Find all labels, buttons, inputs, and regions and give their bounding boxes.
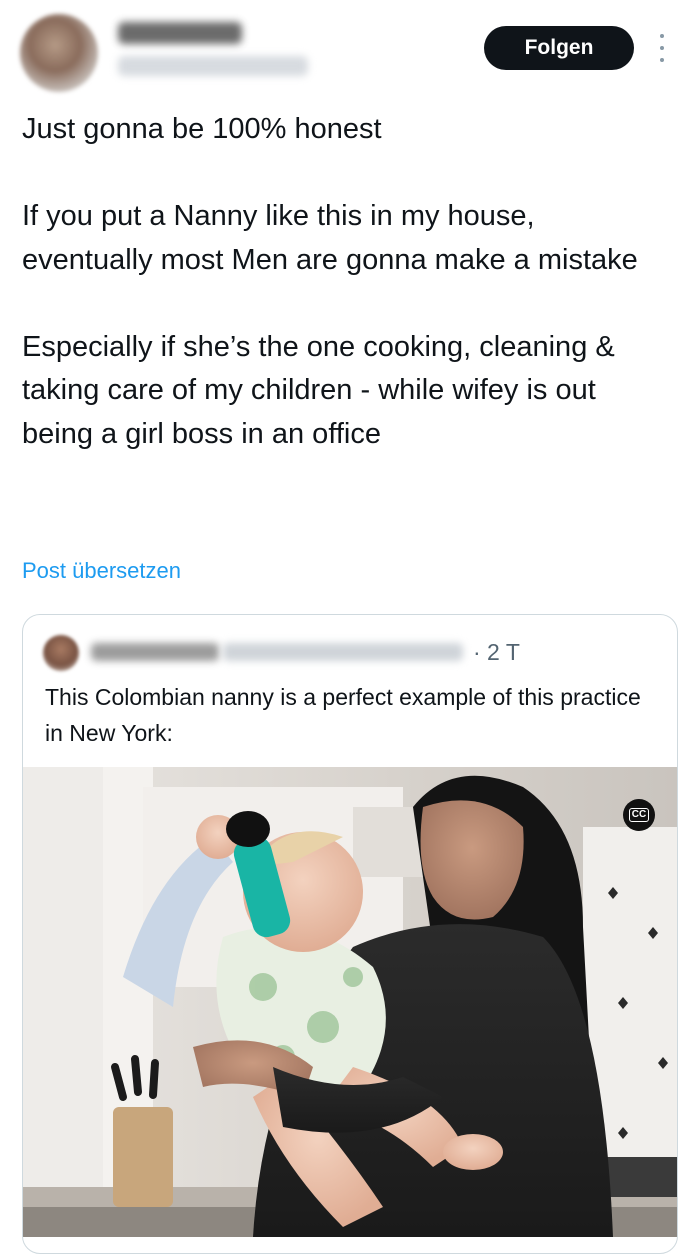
quoted-author-handle-redacted xyxy=(223,643,463,661)
translate-post-link[interactable]: Post übersetzen xyxy=(22,558,181,584)
quoted-post-text: This Colombian nanny is a perfect exampl… xyxy=(45,684,641,746)
author-handle-redacted[interactable] xyxy=(118,56,308,76)
video-frame-image xyxy=(23,767,677,1237)
author-name-redacted[interactable] xyxy=(118,22,242,44)
closed-captions-label: CC xyxy=(628,808,650,822)
closed-captions-icon[interactable]: CC xyxy=(623,799,655,831)
follow-button[interactable]: Folgen xyxy=(484,26,634,70)
quoted-post[interactable]: · 2 T This Colombian nanny is a perfect … xyxy=(22,614,678,1254)
quoted-video[interactable]: CC xyxy=(23,767,677,1237)
quoted-author-name-redacted xyxy=(91,643,219,661)
post-text: Just gonna be 100% honest If you put a N… xyxy=(22,113,638,450)
quoted-post-time: · 2 T xyxy=(473,639,520,665)
author-avatar[interactable] xyxy=(20,14,98,92)
quoted-author-avatar xyxy=(43,635,79,671)
more-options-icon[interactable] xyxy=(650,32,674,64)
post-header: Folgen xyxy=(0,0,700,100)
